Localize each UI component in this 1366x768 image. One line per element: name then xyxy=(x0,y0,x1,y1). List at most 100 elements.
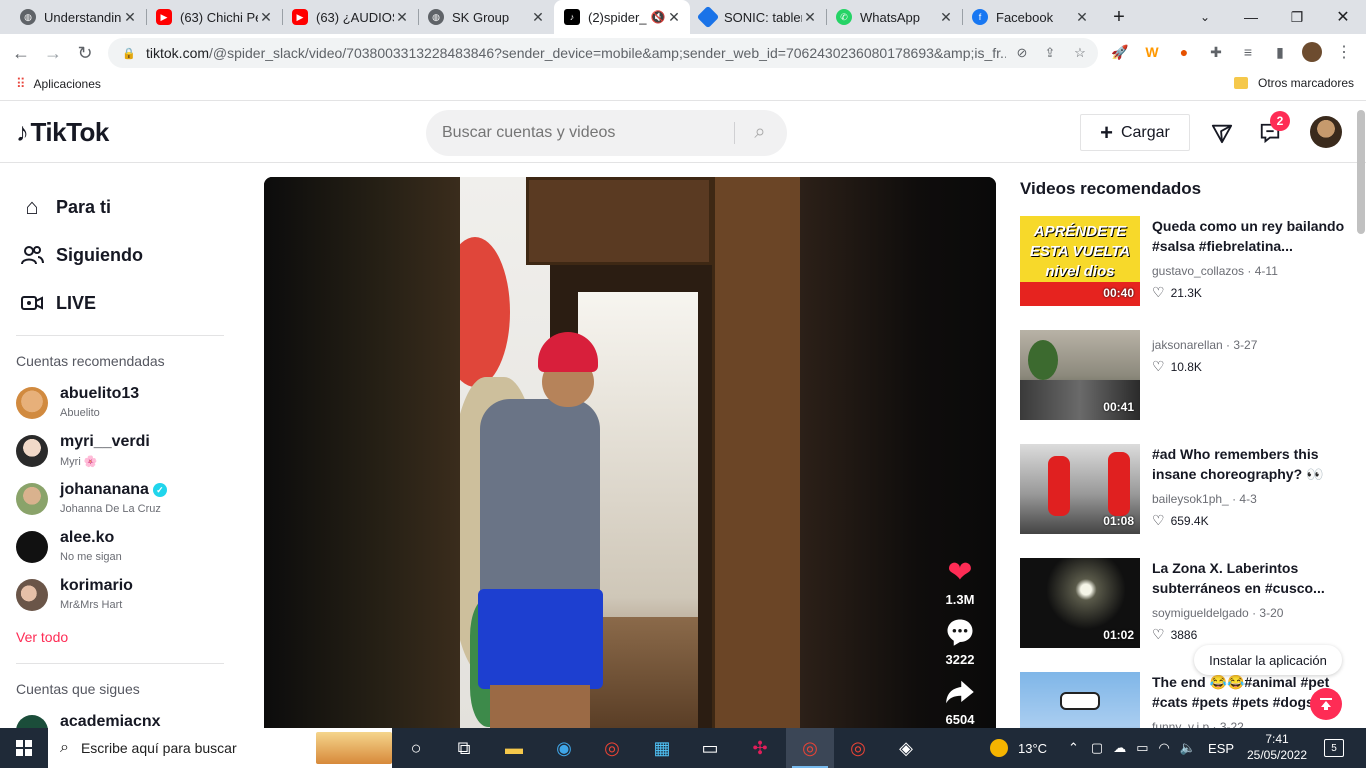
weather-widget[interactable]: 13°C xyxy=(990,728,1047,768)
upload-button[interactable]: + Cargar xyxy=(1080,114,1190,151)
share-icon[interactable]: ⇪ xyxy=(1042,45,1058,61)
tab-search-icon[interactable]: ⌄ xyxy=(1182,0,1228,34)
account-nickname: Johanna De La Cruz xyxy=(60,503,161,515)
notification-center[interactable]: 5 xyxy=(1324,728,1344,768)
site-blocked-icon[interactable]: ⊘ xyxy=(1014,45,1030,61)
tab-facebook[interactable]: f Facebook ✕ xyxy=(962,0,1098,34)
messages-icon[interactable] xyxy=(1210,121,1234,145)
language-indicator[interactable]: ESP xyxy=(1208,741,1234,756)
restore-icon[interactable]: ❐ xyxy=(1274,0,1320,34)
terminal-icon[interactable]: ▭ xyxy=(686,728,734,768)
recommended-video[interactable]: 01:02 La Zona X. Laberintos subterráneos… xyxy=(1020,558,1350,648)
wifi-icon[interactable]: ◠ xyxy=(1159,740,1170,756)
back-icon[interactable]: ← xyxy=(8,40,34,66)
url-host: tiktok.com xyxy=(146,45,210,61)
account-item[interactable]: johananana ✓ Johanna De La Cruz xyxy=(16,481,236,527)
system-tray: ⌃ ▢ ☁ ▭ ◠ 🔈 ESP xyxy=(1068,728,1234,768)
nav-para-ti[interactable]: ⌂ Para ti xyxy=(18,193,111,221)
chrome-profile-icon[interactable]: ◎ xyxy=(834,728,882,768)
nav-live[interactable]: LIVE xyxy=(18,289,96,317)
url-text[interactable]: tiktok.com/@spider_slack/video/703800331… xyxy=(146,45,1006,61)
mute-icon[interactable]: 🔇 xyxy=(650,10,666,24)
task-view-icon[interactable]: ⧉ xyxy=(440,728,488,768)
chrome-active-icon[interactable]: ◎ xyxy=(786,728,834,768)
menu-icon[interactable]: ⋮ xyxy=(1334,42,1354,62)
search-input[interactable] xyxy=(442,124,722,142)
user-avatar[interactable] xyxy=(1310,116,1342,148)
nav-siguiendo[interactable]: Siguiendo xyxy=(18,241,143,269)
battery-icon[interactable]: ▭ xyxy=(1136,740,1148,756)
address-bar[interactable]: 🔒 tiktok.com/@spider_slack/video/7038003… xyxy=(108,38,1098,68)
taskbar-search[interactable]: ⌕ Escribe aquí para buscar xyxy=(48,728,392,768)
file-explorer-icon[interactable]: ▬ xyxy=(490,728,538,768)
tab-audios[interactable]: ▶ (63) ¿AUDIOS ✕ xyxy=(282,0,418,34)
youtube-icon: ▶ xyxy=(292,9,308,25)
video-player[interactable] xyxy=(264,177,996,728)
close-icon[interactable]: ✕ xyxy=(394,9,410,26)
scroll-to-top-button[interactable] xyxy=(1310,688,1342,720)
tab-chichi[interactable]: ▶ (63) Chichi Pe ✕ xyxy=(146,0,282,34)
taskbar: ⌕ Escribe aquí para buscar ○ ⧉ ▬ ◉ ◎ ▦ ▭… xyxy=(0,728,1366,768)
media-icon[interactable]: ≡ xyxy=(1238,42,1258,62)
recommended-video[interactable]: The end 😂😂#animal #pet #cats #pets #pets… xyxy=(1020,672,1350,728)
close-icon[interactable]: ✕ xyxy=(1074,9,1090,26)
close-icon[interactable]: ✕ xyxy=(530,9,546,26)
app-icon[interactable]: ◈ xyxy=(882,728,930,768)
close-icon[interactable]: ✕ xyxy=(122,9,138,26)
profile-avatar-icon[interactable] xyxy=(1302,42,1322,62)
windows-start-icon[interactable] xyxy=(0,728,48,768)
minimize-icon[interactable]: — xyxy=(1228,0,1274,34)
close-icon[interactable]: ✕ xyxy=(666,9,682,26)
see-all-link[interactable]: Ver todo xyxy=(16,629,68,645)
share-button[interactable]: 6504 xyxy=(928,668,992,727)
avatar xyxy=(16,435,48,467)
tiktok-logo[interactable]: ♪ TikTok xyxy=(16,117,109,148)
account-item[interactable]: alee.ko No me sigan xyxy=(16,529,236,575)
edge-icon[interactable]: ◉ xyxy=(540,728,588,768)
close-icon[interactable]: ✕ xyxy=(258,9,274,26)
store-icon[interactable]: ▦ xyxy=(638,728,686,768)
account-item[interactable]: korimario Mr&Mrs Hart xyxy=(16,577,236,623)
device-icon[interactable]: ▢ xyxy=(1091,740,1103,756)
clock[interactable]: 7:41 25/05/2022 xyxy=(1246,731,1308,763)
puzzle-icon[interactable]: ✚ xyxy=(1206,42,1226,62)
reload-icon[interactable]: ↻ xyxy=(72,40,98,66)
w-extension-icon[interactable]: W xyxy=(1142,42,1162,62)
recommended-video[interactable]: APRÉNDETE ESTA VUELTA nivel dios 00:40 Q… xyxy=(1020,216,1350,306)
recommended-video[interactable]: 00:41 jaksonarellan · 3-27 ♡ 10.8K xyxy=(1020,330,1350,420)
page-scrollbar[interactable] xyxy=(1357,110,1365,234)
window-close-icon[interactable]: ✕ xyxy=(1320,0,1366,34)
recommended-videos: Videos recomendados APRÉNDETE ESTA VUELT… xyxy=(1020,163,1350,728)
like-button[interactable]: ❤ 1.3M xyxy=(928,548,992,608)
tab-whatsapp[interactable]: ✆ WhatsApp ✕ xyxy=(826,0,962,34)
close-icon[interactable]: ✕ xyxy=(802,9,818,26)
chrome-icon[interactable]: ◎ xyxy=(588,728,636,768)
install-app-button[interactable]: Instalar la aplicación xyxy=(1194,645,1342,675)
slack-icon[interactable]: ✣ xyxy=(736,728,784,768)
tab-sk-group[interactable]: ◍ SK Group ✕ xyxy=(418,0,554,34)
tab-understanding[interactable]: ◍ Understandin ✕ xyxy=(0,0,146,34)
bookmark-star-icon[interactable]: ☆ xyxy=(1072,45,1088,61)
video-likes: ♡ 3886 xyxy=(1152,626,1197,643)
new-tab-icon[interactable]: + xyxy=(1096,0,1142,34)
tab-sonic[interactable]: SONIC: tabler ✕ xyxy=(690,0,826,34)
account-item[interactable]: abuelito13 Abuelito xyxy=(16,385,236,431)
account-item[interactable]: academiacnx xyxy=(16,713,236,728)
cloud-icon[interactable]: ☁ xyxy=(1113,740,1126,756)
extension-icon[interactable]: ● xyxy=(1174,42,1194,62)
tab-tiktok-active[interactable]: ♪ (2)spider_ 🔇 ✕ xyxy=(554,0,690,34)
apps-bookmark[interactable]: ⠿ Aplicaciones xyxy=(16,76,101,92)
close-icon[interactable]: ✕ xyxy=(938,9,954,26)
side-panel-icon[interactable]: ▮ xyxy=(1270,42,1290,62)
recommended-video[interactable]: 01:08 #ad Who remembers this insane chor… xyxy=(1020,444,1350,534)
account-item[interactable]: myri__verdi Myri 🌸 xyxy=(16,433,236,479)
chevron-up-icon[interactable]: ⌃ xyxy=(1068,740,1079,756)
search-icon[interactable]: ⌕ xyxy=(748,121,772,145)
cortana-icon[interactable]: ○ xyxy=(392,728,440,768)
comment-button[interactable]: 3222 xyxy=(928,608,992,667)
rocket-extension-icon[interactable]: 🚀 xyxy=(1110,42,1130,62)
volume-icon[interactable]: 🔈 xyxy=(1180,740,1196,756)
forward-icon[interactable]: → xyxy=(40,40,66,66)
other-bookmarks[interactable]: Otros marcadores xyxy=(1234,76,1354,90)
thumbnail-text: APRÉNDETE ESTA VUELTA nivel dios xyxy=(1029,223,1131,280)
